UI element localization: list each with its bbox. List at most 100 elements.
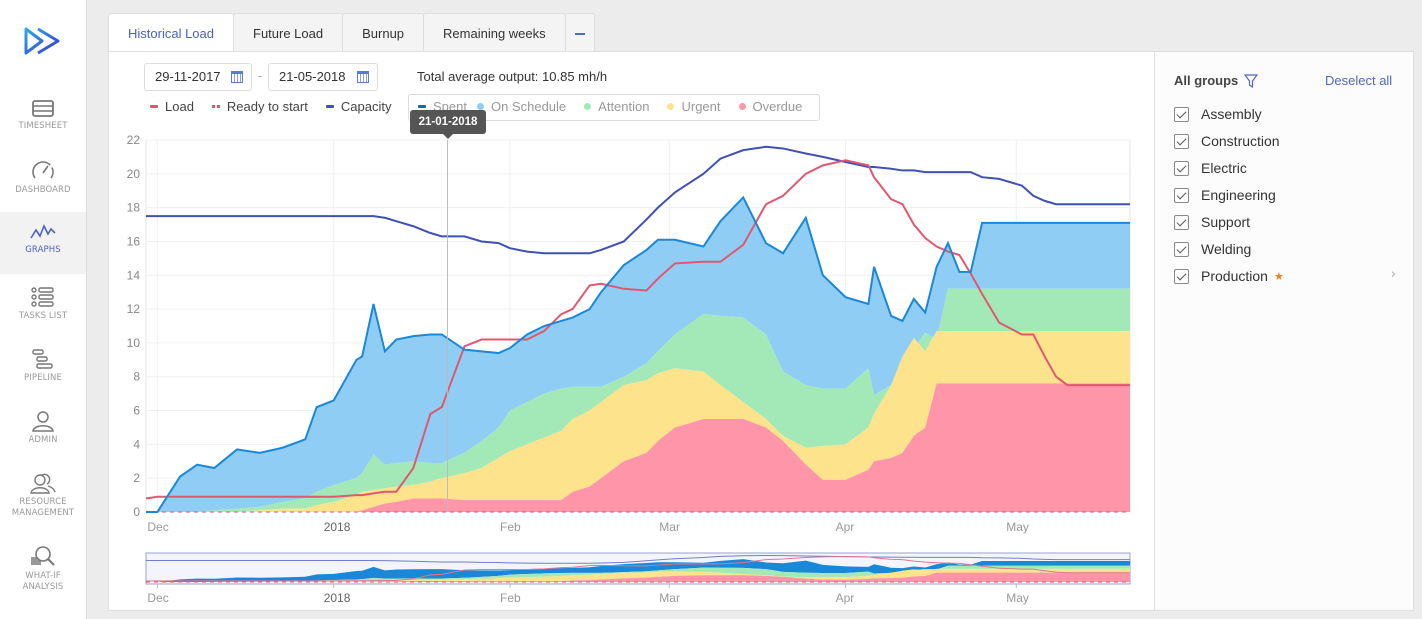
filter-icon[interactable] [1244, 74, 1258, 88]
legend-line-marker [325, 105, 334, 108]
legend-label: On Schedule [490, 99, 567, 114]
group-label: Electric [1201, 160, 1247, 176]
group-label: Engineering [1201, 187, 1276, 203]
y-tick-label: 16 [127, 234, 141, 248]
date-to-input[interactable]: 21-05-2018 [268, 63, 378, 91]
historical-load-chart[interactable]: 0 2 4 6 8 10 12 14 16 18 20 22 Dec 2018 Feb Mar Apr May De… [108, 130, 1158, 610]
x-tick-label: Dec [147, 520, 168, 534]
group-label: Assembly [1201, 106, 1262, 122]
pipeline-icon [32, 349, 53, 369]
x-tick-label: Apr [836, 520, 855, 534]
sidebar-item-admin[interactable]: ADMIN [0, 410, 86, 472]
legend-line-marker [150, 105, 158, 108]
navigator-tick-label: Apr [836, 591, 855, 605]
legend-label: Capacity [340, 99, 392, 114]
date-to-value: 21-05-2018 [279, 69, 346, 84]
group-checkbox[interactable] [1174, 160, 1189, 176]
group-item-production[interactable]: Production ★ › [1174, 265, 1404, 287]
date-separator: - [258, 69, 263, 83]
group-item-welding[interactable]: Welding [1174, 238, 1404, 260]
y-tick-label: 20 [127, 167, 141, 181]
y-tick-label: 0 [133, 505, 140, 519]
y-tick-label: 18 [127, 201, 141, 215]
tab-historical-load[interactable]: Historical Load [108, 13, 234, 53]
sidebar-item-label: TIMESHEET [18, 121, 68, 131]
tab-future-load[interactable]: Future Load [233, 13, 344, 52]
legend-dot-marker [476, 103, 484, 110]
calendar-icon[interactable] [231, 71, 243, 83]
x-tick-label: May [1006, 520, 1029, 534]
tab-burnup[interactable]: Burnup [342, 13, 425, 52]
timesheet-icon [32, 100, 54, 117]
group-item-support[interactable]: Support [1174, 211, 1404, 233]
y-tick-label: 8 [133, 370, 140, 384]
legend-dot-marker [584, 103, 592, 110]
legend-item-load[interactable]: Load [150, 99, 194, 114]
group-item-electric[interactable]: Electric [1174, 157, 1404, 179]
group-checkbox[interactable] [1174, 133, 1189, 149]
navigator-tick-label: Dec [147, 591, 168, 605]
group-label: Construction [1201, 133, 1280, 149]
users-icon [30, 473, 56, 494]
sidebar-item-label: DASHBOARD [15, 185, 71, 195]
app-logo-icon[interactable] [24, 26, 62, 56]
x-tick-label: Mar [659, 520, 680, 534]
navigator-tick-label: 2018 [324, 591, 351, 605]
tasks-list-icon [31, 287, 54, 307]
groups-panel: All groups Deselect all Assembly Construc… [1154, 51, 1414, 611]
y-tick-label: 4 [133, 437, 140, 451]
group-checkbox[interactable] [1174, 214, 1189, 230]
legend-item-overdue[interactable]: Overdue [738, 99, 803, 114]
legend-item-ready-to-start[interactable]: Ready to start [211, 99, 308, 114]
graph-tabs: Historical Load Future Load Burnup Remai… [108, 13, 595, 53]
group-item-engineering[interactable]: Engineering [1174, 184, 1404, 206]
graph-icon [30, 224, 56, 239]
legend-label: Ready to start [226, 99, 308, 114]
minus-icon [574, 33, 585, 35]
sidebar-item-tasks-list[interactable]: TASKS LIST [0, 286, 86, 348]
group-checkbox[interactable] [1174, 187, 1189, 203]
navigator-tick-label: Mar [659, 591, 680, 605]
legend-label: Urgent [681, 99, 721, 114]
sidebar-item-graphs[interactable]: GRAPHS [0, 212, 86, 274]
sidebar-item-timesheet[interactable]: TIMESHEET [0, 98, 86, 160]
sidebar-item-label: GRAPHS [25, 245, 61, 255]
magnifier-icon [31, 546, 55, 566]
hover-date-tooltip: 21-01-2018 [410, 110, 486, 139]
legend-item-on-schedule[interactable]: On Schedule [476, 99, 567, 114]
legend-line-marker [418, 105, 426, 108]
group-item-assembly[interactable]: Assembly [1174, 103, 1404, 125]
group-item-construction[interactable]: Construction [1174, 130, 1404, 152]
sidebar: TIMESHEET DASHBOARD GRAPHS TASKS LIST PI… [0, 0, 87, 619]
group-checkbox[interactable] [1174, 241, 1189, 257]
total-average-output: Total average output: 10.85 mh/h [417, 69, 608, 84]
navigator-tick-label: May [1006, 591, 1029, 605]
legend-dotted-marker [211, 105, 221, 108]
sidebar-item-label: ADMIN [28, 435, 58, 445]
y-tick-label: 14 [127, 268, 141, 282]
x-tick-label: 2018 [324, 520, 351, 534]
sidebar-item-resource-management[interactable]: RESOURCE MANAGEMENT [0, 472, 86, 534]
star-icon: ★ [1273, 269, 1284, 283]
legend-item-urgent[interactable]: Urgent [667, 99, 721, 114]
navigator-tick-label: Feb [500, 591, 521, 605]
dashboard-gauge-icon [32, 161, 54, 179]
group-label: Welding [1201, 241, 1252, 257]
y-tick-label: 2 [133, 471, 140, 485]
legend-item-capacity[interactable]: Capacity [325, 99, 392, 114]
legend-label: Overdue [752, 99, 803, 114]
tab-remaining-weeks[interactable]: Remaining weeks [423, 13, 566, 52]
chevron-right-icon[interactable]: › [1391, 267, 1396, 282]
collapse-panel-button[interactable] [564, 13, 595, 52]
line-legend: Load Ready to start Capacity [150, 99, 409, 114]
sidebar-item-label: TASKS LIST [18, 311, 68, 321]
group-checkbox[interactable] [1174, 106, 1189, 122]
calendar-icon[interactable] [357, 71, 369, 83]
group-checkbox[interactable] [1174, 268, 1189, 284]
legend-item-attention[interactable]: Attention [584, 99, 649, 114]
sidebar-item-what-if-analysis[interactable]: WHAT-IF ANALYSIS [0, 544, 86, 606]
sidebar-item-pipeline[interactable]: PIPELINE [0, 348, 86, 410]
deselect-all-link[interactable]: Deselect all [1325, 73, 1392, 88]
date-from-input[interactable]: 29-11-2017 [144, 63, 252, 91]
sidebar-item-label: WHAT-IF ANALYSIS [22, 571, 64, 592]
